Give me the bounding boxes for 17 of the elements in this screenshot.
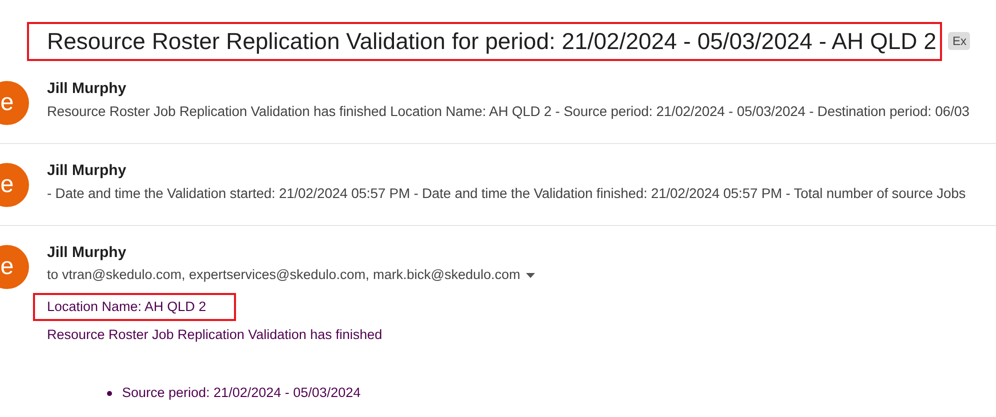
message-header[interactable]: e Jill Murphy Resource Roster Job Replication Validation has finished Location Name: AH QLD 2 - Source period: 21/02/2024 - 05/03/2024 - Destination period: 06/03 [0,62,996,144]
message-header[interactable]: e Jill Murphy - Date and time the Validation started: 21/02/2024 05:57 PM - Date and time the Validation finished: 21/02/2024 05:57 PM - Total number of source Jobs [0,144,996,226]
dropdown-icon[interactable] [526,272,536,278]
recipients-text: to vtran@skedulo.com, expertservices@skedulo.com, mark.bick@skedulo.com [47,266,520,284]
message-snippet: Resource Roster Job Replication Validation has finished Location Name: AH QLD 2 - Source period: 21/02/2024 - 05/03/2024 - Destination period: 06/03 [47,102,970,121]
email-subject: Resource Roster Replication Validation for period: 21/02/2024 - 05/03/2024 - AH QLD 2 [27,22,942,60]
bullet-item: Source period: 21/02/2024 - 05/03/2024 [93,379,391,407]
label-chip[interactable]: Ex [948,32,970,50]
body-text: Location Name: AH QLD 2 [33,293,236,321]
avatar: e [0,163,29,207]
avatar: e [0,81,29,125]
sender-name: Jill Murphy [47,79,128,99]
body-text: Resource Roster Job Replication Validation has finished [46,326,384,344]
message-snippet: - Date and time the Validation started: 21/02/2024 05:57 PM - Date and time the Validation finished: 21/02/2024 05:57 PM - Total number of source Jobs [47,184,966,203]
sender-name: Jill Murphy [47,243,128,263]
avatar: e [0,245,29,289]
sender-name: Jill Murphy [47,161,128,181]
